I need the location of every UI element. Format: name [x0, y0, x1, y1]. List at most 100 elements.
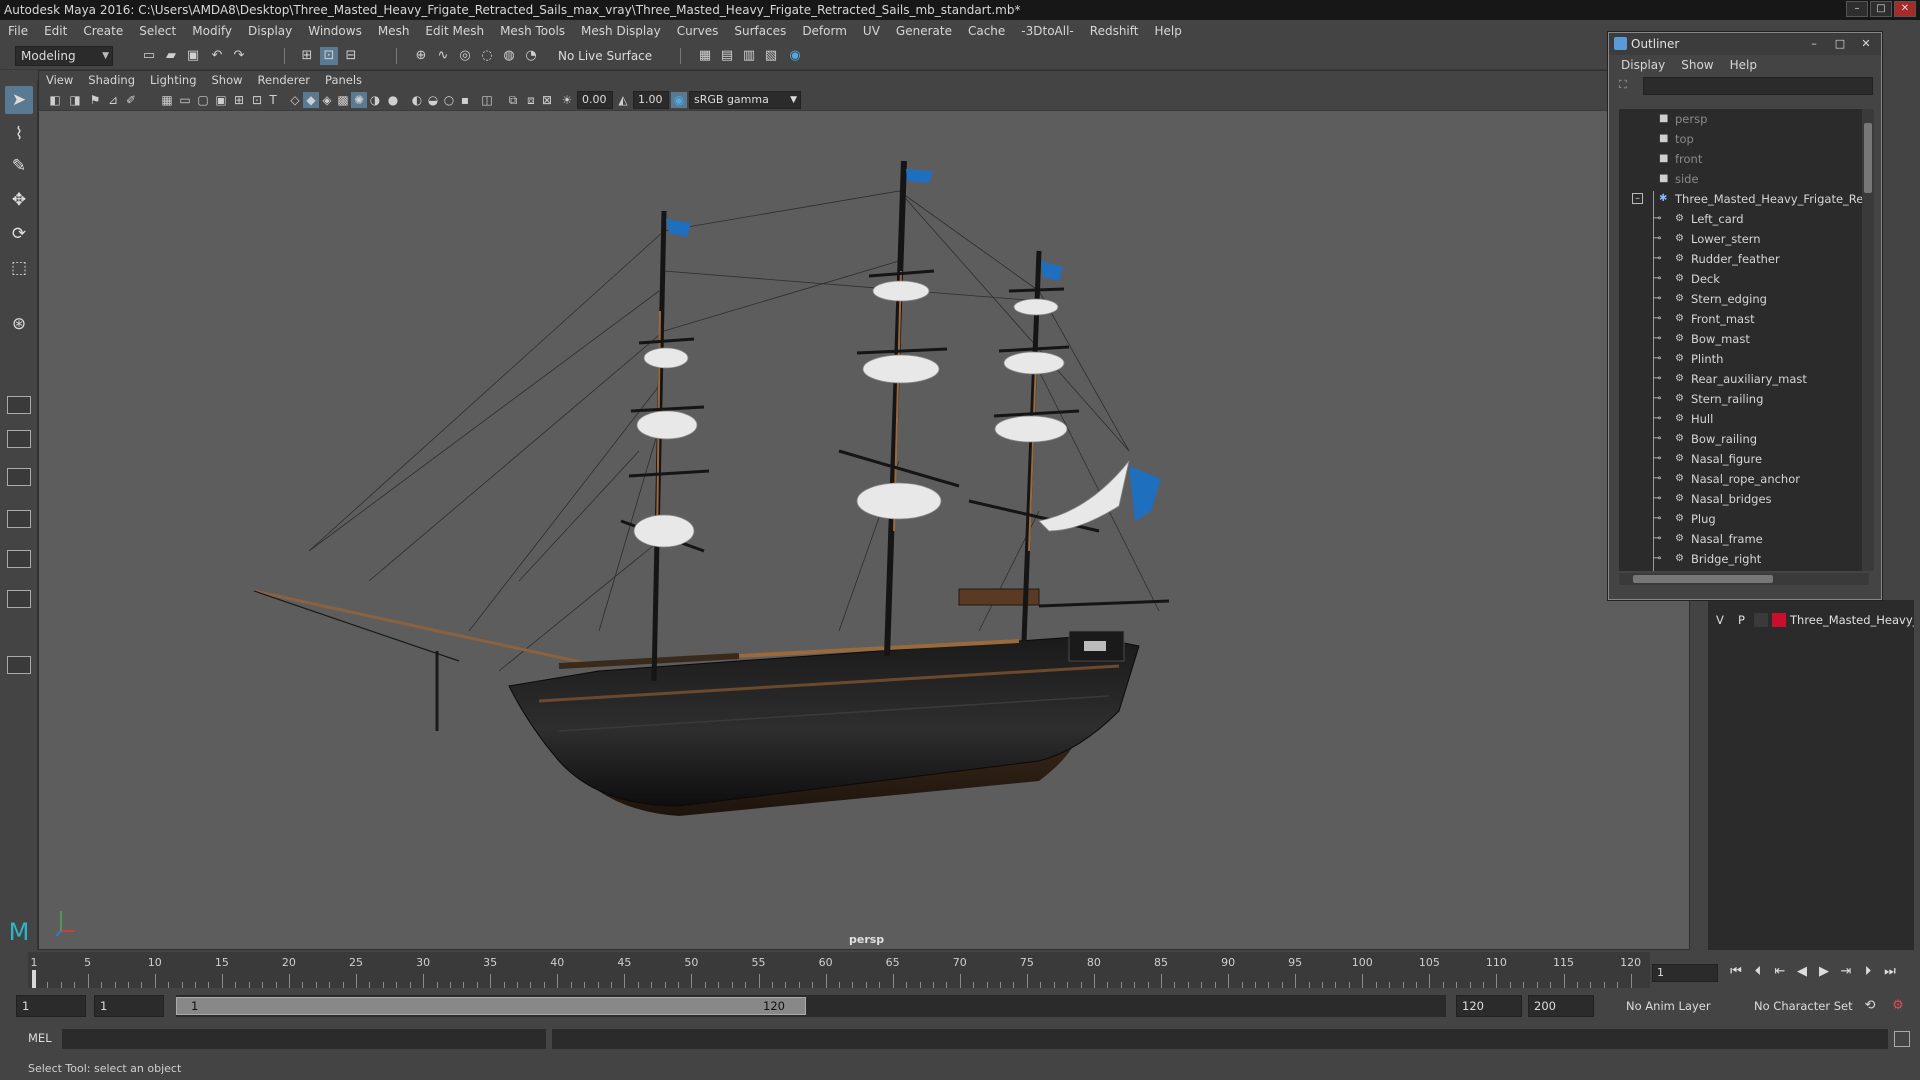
snap-grid-icon[interactable]: ⊕	[412, 47, 430, 65]
layer-reference-toggle[interactable]	[1754, 613, 1768, 627]
hypershade-layout-icon[interactable]	[7, 550, 31, 568]
single-perspective-layout-icon[interactable]	[7, 396, 31, 414]
outliner-close-button[interactable]: ✕	[1855, 36, 1877, 51]
outliner-item-camera[interactable]: ■ top	[1619, 129, 1869, 149]
animation-preferences-icon[interactable]: ⚙	[1888, 996, 1908, 1016]
outliner-item[interactable]: ⊸ ⚙ Front_mast	[1619, 309, 1869, 329]
outliner-item-camera[interactable]: ■ side	[1619, 169, 1869, 189]
outliner-title-bar[interactable]: Outliner – □ ✕	[1609, 33, 1881, 55]
color-management-icon[interactable]: ◉	[671, 92, 687, 108]
menu-edit-mesh[interactable]: Edit Mesh	[417, 24, 492, 38]
collapse-icon[interactable]: –	[1632, 193, 1643, 204]
panel-menu-shading[interactable]: Shading	[81, 71, 143, 89]
outliner-item[interactable]: ⊸ ⚙ Plinth	[1619, 349, 1869, 369]
shadows-icon[interactable]: ◑	[367, 92, 383, 108]
outliner-item[interactable]: ⊸ ⚙ Rudder_feather	[1619, 249, 1869, 269]
menu-mesh-tools[interactable]: Mesh Tools	[492, 24, 573, 38]
outliner-menu-show[interactable]: Show	[1673, 55, 1721, 75]
select-hierarchy-icon[interactable]: ⊞	[298, 47, 316, 65]
outliner-item[interactable]: ⊸ ⚙ Left_card	[1619, 209, 1869, 229]
textured-icon[interactable]: ▩	[335, 92, 351, 108]
menu-help[interactable]: Help	[1146, 24, 1189, 38]
render-view-icon[interactable]: ▦	[696, 47, 714, 65]
depth-of-field-icon[interactable]: ○	[441, 92, 457, 108]
outliner-item[interactable]: ⊸ ⚙ Deck	[1619, 269, 1869, 289]
menu-windows[interactable]: Windows	[300, 24, 370, 38]
playback-end-field[interactable]: 120	[1456, 995, 1522, 1017]
start-time-field[interactable]: 1	[16, 995, 86, 1017]
menu-surfaces[interactable]: Surfaces	[726, 24, 794, 38]
outliner-item[interactable]: ⊸ ⚙ Stern_railing	[1619, 389, 1869, 409]
timeline-ruler[interactable]: 1 5 10 15 20 25 30 35 40 45 50 55 60 65 70 75 80 85 90 95 10…	[28, 952, 1650, 988]
menu-edit[interactable]: Edit	[36, 24, 75, 38]
play-forwards-icon[interactable]: ▶	[1814, 962, 1834, 982]
bookmark-icon[interactable]: ⚑	[87, 92, 103, 108]
menu-mesh-display[interactable]: Mesh Display	[573, 24, 669, 38]
menu-3dtoall[interactable]: -3DtoAll-	[1013, 24, 1081, 38]
menu-display[interactable]: Display	[240, 24, 300, 38]
render-settings-icon[interactable]: ▧	[762, 47, 780, 65]
menu-modify[interactable]: Modify	[184, 24, 240, 38]
outliner-horizontal-scrollbar[interactable]	[1619, 573, 1869, 585]
outliner-item[interactable]: ⊸ ⚙ Nasal_frame	[1619, 529, 1869, 549]
current-frame-field[interactable]: 1	[1652, 964, 1718, 982]
minimize-button[interactable]: –	[1846, 1, 1868, 17]
go-to-start-icon[interactable]: ⏮	[1726, 962, 1746, 982]
scale-tool-icon[interactable]: ⬚	[5, 254, 33, 282]
open-scene-icon[interactable]: ▰	[162, 47, 180, 65]
gate-mask-icon[interactable]: ▣	[213, 92, 229, 108]
outliner-search-input[interactable]	[1643, 77, 1873, 95]
layer-color-swatch[interactable]	[1772, 613, 1786, 627]
outliner-item[interactable]: ⊸ ⚙ Nasal_figure	[1619, 449, 1869, 469]
paint-select-tool-icon[interactable]: ✎	[5, 152, 33, 180]
command-input[interactable]	[62, 1029, 546, 1049]
undo-icon[interactable]: ↶	[208, 47, 226, 65]
ipr-render-icon[interactable]: ▥	[740, 47, 758, 65]
persp-outliner-layout-icon[interactable]	[7, 468, 31, 486]
outliner-minimize-button[interactable]: –	[1803, 36, 1825, 51]
outliner-item[interactable]: ⊸ ⚙ Lower_stern	[1619, 229, 1869, 249]
lasso-tool-icon[interactable]: ⌇	[5, 120, 33, 148]
rotate-tool-icon[interactable]: ⟳	[5, 220, 33, 248]
display-layer-row[interactable]: V P Three_Masted_Heavy_F	[1708, 610, 1914, 630]
panel-menu-lighting[interactable]: Lighting	[143, 71, 204, 89]
select-tool-icon[interactable]: ➤	[5, 86, 33, 114]
anim-layer-dropdown[interactable]: No Anim Layer	[1620, 995, 1736, 1017]
motion-blur-icon[interactable]: ◐	[409, 92, 425, 108]
outliner-item[interactable]: ⊸ ⚙ Stern_edging	[1619, 289, 1869, 309]
snap-projected-center-icon[interactable]: ◌	[478, 47, 496, 65]
layer-playback-toggle[interactable]: P	[1738, 610, 1745, 630]
step-forward-frame-icon[interactable]: ⏵	[1858, 962, 1878, 982]
outliner-item[interactable]: ⊸ ⚙ Rear_auxiliary_mast	[1619, 369, 1869, 389]
save-scene-icon[interactable]: ▣	[184, 47, 202, 65]
persp-graph-layout-icon[interactable]	[7, 510, 31, 528]
outliner-item-camera[interactable]: ■ front	[1619, 149, 1869, 169]
script-language-label[interactable]: MEL	[28, 1031, 52, 1045]
outliner-item-camera[interactable]: ■ persp	[1619, 109, 1869, 129]
outliner-item-root[interactable]: – ✱ Three_Masted_Heavy_Frigate_Retra	[1619, 189, 1869, 209]
panel-menu-renderer[interactable]: Renderer	[251, 71, 319, 89]
auto-key-icon[interactable]: ⟲	[1860, 996, 1880, 1016]
resolution-gate-icon[interactable]: ▢	[195, 92, 211, 108]
layer-visibility-toggle[interactable]: V	[1716, 610, 1724, 630]
screen-space-ao-icon[interactable]: ●	[385, 92, 401, 108]
step-forward-key-icon[interactable]: ⇥	[1836, 962, 1856, 982]
show-manipulator-icon[interactable]: ⊛	[5, 310, 33, 338]
outliner-item[interactable]: ⊸ ⚙ Bow_mast	[1619, 329, 1869, 349]
four-view-layout-icon[interactable]	[7, 430, 31, 448]
menu-curves[interactable]: Curves	[669, 24, 727, 38]
menu-generate[interactable]: Generate	[888, 24, 960, 38]
view-transform-dropdown[interactable]: sRGB gamma ▼	[689, 91, 801, 109]
panel-menu-show[interactable]: Show	[205, 71, 251, 89]
safe-title-icon[interactable]: T	[265, 92, 281, 108]
end-time-field[interactable]: 200	[1528, 995, 1594, 1017]
menu-deform[interactable]: Deform	[794, 24, 855, 38]
playback-start-field[interactable]: 1	[94, 995, 164, 1017]
grease-pencil-icon[interactable]: ✐	[123, 92, 139, 108]
outliner-maximize-button[interactable]: □	[1829, 36, 1851, 51]
move-tool-icon[interactable]: ✥	[5, 186, 33, 214]
step-back-key-icon[interactable]: ⇤	[1770, 962, 1790, 982]
current-time-marker[interactable]	[32, 970, 36, 988]
panel-menu-panels[interactable]: Panels	[318, 71, 370, 89]
frigate-model[interactable]	[39, 111, 1690, 950]
